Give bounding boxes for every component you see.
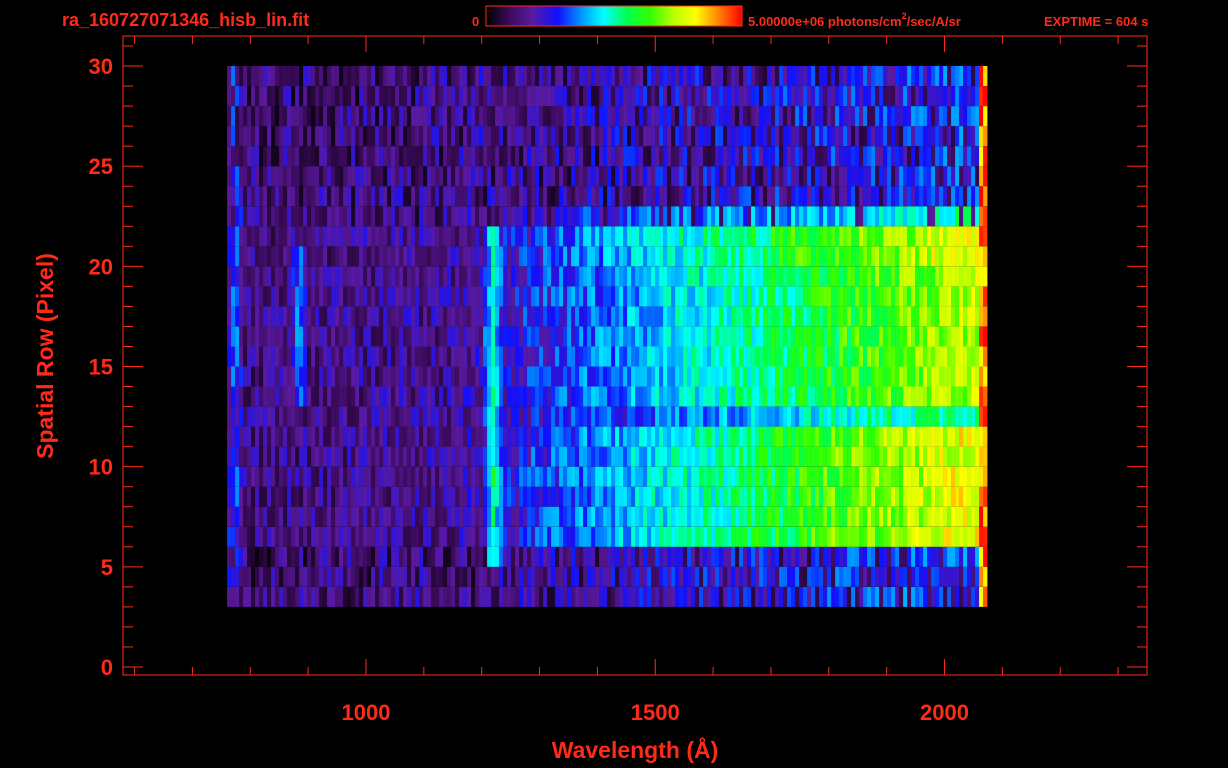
y-tick-label: 15 (89, 355, 113, 380)
colorbar-min-label: 0 (472, 14, 479, 29)
colorbar-max-label: 5.00000e+06 photons/cm2/sec/A/sr (748, 11, 961, 29)
y-tick-label: 20 (89, 254, 113, 279)
x-tick-label: 1000 (342, 700, 391, 725)
y-tick-label: 10 (89, 455, 113, 480)
y-tick-label: 5 (101, 555, 113, 580)
x-tick-label: 1500 (631, 700, 680, 725)
exptime-label: EXPTIME = 604 s (1044, 14, 1148, 29)
y-tick-label: 25 (89, 154, 113, 179)
spectrogram-figure: ra_160727071346_hisb_lin.fit 0 5.00000e+… (32, 5, 1148, 763)
y-tick-label: 0 (101, 655, 113, 680)
heatmap-image (227, 66, 988, 607)
x-tick-label: 2000 (920, 700, 969, 725)
y-tick-label: 30 (89, 54, 113, 79)
x-axis-label: Wavelength (Å) (552, 736, 719, 763)
file-title: ra_160727071346_hisb_lin.fit (62, 10, 309, 30)
colorbar (485, 5, 743, 27)
y-axis-label: Spatial Row (Pixel) (32, 253, 58, 459)
